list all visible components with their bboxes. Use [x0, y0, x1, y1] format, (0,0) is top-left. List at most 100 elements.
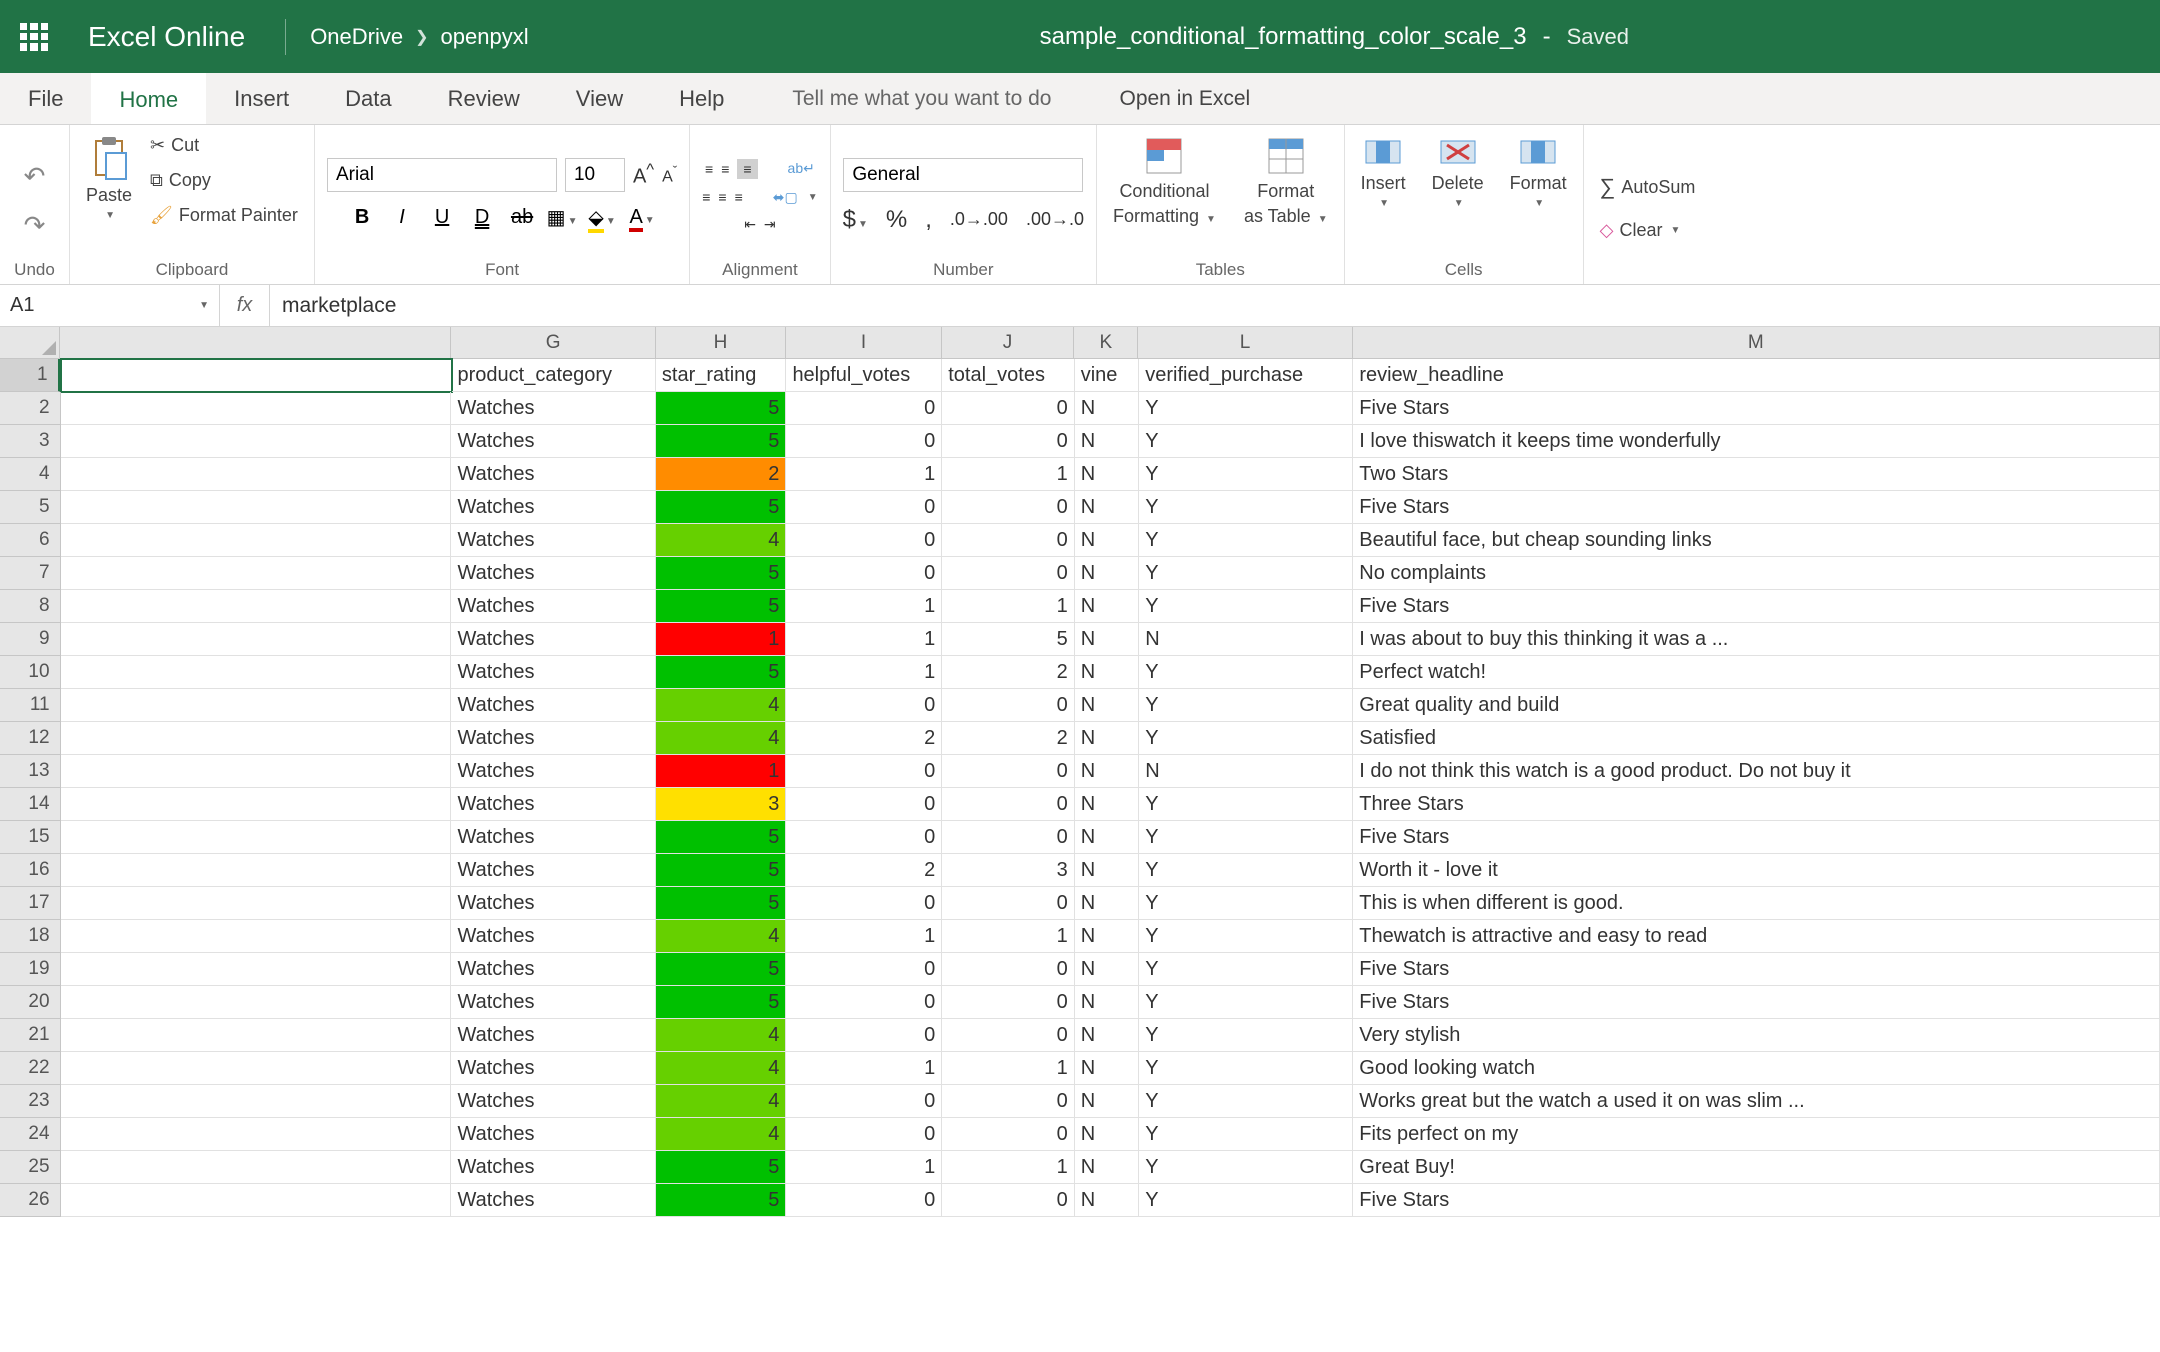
cell[interactable]: Watches: [451, 590, 655, 623]
cell[interactable]: Y: [1139, 392, 1353, 425]
cell[interactable]: 5: [656, 986, 787, 1019]
cell[interactable]: 0: [786, 425, 942, 458]
row-header[interactable]: 15: [0, 821, 61, 854]
cell[interactable]: 1: [786, 920, 942, 953]
cell[interactable]: 4: [656, 1085, 787, 1118]
cell[interactable]: N: [1075, 788, 1139, 821]
cell[interactable]: [61, 1085, 452, 1118]
cell[interactable]: 1: [786, 458, 942, 491]
cell[interactable]: N: [1075, 920, 1139, 953]
cell[interactable]: Watches: [451, 392, 655, 425]
cell[interactable]: 0: [942, 1118, 1075, 1151]
cell[interactable]: 1: [786, 1151, 942, 1184]
cell[interactable]: N: [1075, 656, 1139, 689]
merge-button[interactable]: ⬌▢: [773, 189, 798, 206]
document-title[interactable]: sample_conditional_formatting_color_scal…: [1040, 23, 1527, 51]
cell[interactable]: Five Stars: [1353, 392, 2160, 425]
col-header-H[interactable]: H: [656, 327, 786, 358]
cell[interactable]: N: [1075, 755, 1139, 788]
cell[interactable]: [61, 557, 452, 590]
row-header[interactable]: 24: [0, 1118, 61, 1151]
cell[interactable]: [61, 458, 452, 491]
cell[interactable]: Watches: [451, 524, 655, 557]
cell[interactable]: Perfect watch!: [1353, 656, 2160, 689]
cell[interactable]: Y: [1139, 590, 1353, 623]
cell[interactable]: 0: [786, 689, 942, 722]
cell[interactable]: [61, 1052, 452, 1085]
cell[interactable]: Y: [1139, 491, 1353, 524]
cell[interactable]: [61, 821, 452, 854]
cell[interactable]: No complaints: [1353, 557, 2160, 590]
cell[interactable]: N: [1075, 854, 1139, 887]
row-header[interactable]: 1: [0, 359, 61, 392]
format-cells-button[interactable]: Format▼: [1506, 131, 1571, 213]
cell[interactable]: Watches: [451, 623, 655, 656]
shrink-font-icon[interactable]: Aˇ: [662, 163, 677, 186]
grow-font-icon[interactable]: A^: [633, 160, 654, 189]
cell[interactable]: N: [1139, 755, 1353, 788]
redo-icon[interactable]: ↷: [24, 210, 46, 241]
comma-icon[interactable]: ,: [925, 206, 932, 234]
cell[interactable]: N: [1075, 1151, 1139, 1184]
cell[interactable]: Satisfied: [1353, 722, 2160, 755]
cut-button[interactable]: ✂ Cut: [146, 133, 203, 158]
borders-button[interactable]: ▦▼: [546, 202, 578, 234]
cell[interactable]: I love thiswatch it keeps time wonderful…: [1353, 425, 2160, 458]
cell[interactable]: Watches: [451, 986, 655, 1019]
cell[interactable]: 5: [656, 821, 787, 854]
cell[interactable]: 5: [656, 1151, 787, 1184]
cell[interactable]: 4: [656, 920, 787, 953]
autosum-button[interactable]: ∑ AutoSum: [1596, 172, 1700, 202]
row-header[interactable]: 22: [0, 1052, 61, 1085]
cell[interactable]: Y: [1139, 854, 1353, 887]
decrease-indent-icon[interactable]: ⇤: [744, 216, 756, 233]
cell[interactable]: Watches: [451, 854, 655, 887]
cell[interactable]: N: [1075, 1118, 1139, 1151]
cell[interactable]: 4: [656, 689, 787, 722]
cell[interactable]: Watches: [451, 1085, 655, 1118]
row-header[interactable]: 16: [0, 854, 61, 887]
cell[interactable]: Works great but the watch a used it on w…: [1353, 1085, 2160, 1118]
cell[interactable]: [61, 425, 452, 458]
cell[interactable]: 5: [656, 392, 787, 425]
cell[interactable]: product_category: [452, 359, 656, 392]
cell[interactable]: 0: [786, 953, 942, 986]
fill-color-button[interactable]: ⬙▼: [586, 202, 618, 234]
wrap-text-button[interactable]: ab↵: [788, 160, 815, 177]
cell[interactable]: Watches: [451, 755, 655, 788]
cell[interactable]: 0: [942, 788, 1075, 821]
cell[interactable]: Y: [1139, 821, 1353, 854]
col-header-M[interactable]: M: [1353, 327, 2160, 358]
cell[interactable]: 5: [656, 953, 787, 986]
cell[interactable]: N: [1075, 458, 1139, 491]
col-header-K[interactable]: K: [1074, 327, 1138, 358]
cell[interactable]: Watches: [451, 821, 655, 854]
cell[interactable]: 0: [786, 1118, 942, 1151]
tab-view[interactable]: View: [548, 73, 651, 124]
cell[interactable]: [61, 1184, 452, 1217]
cell[interactable]: [61, 1019, 452, 1052]
cell[interactable]: Y: [1139, 1019, 1353, 1052]
tab-insert[interactable]: Insert: [206, 73, 317, 124]
cell[interactable]: N: [1075, 1184, 1139, 1217]
cell[interactable]: 0: [942, 1085, 1075, 1118]
cell[interactable]: 0: [786, 755, 942, 788]
cell[interactable]: [61, 788, 452, 821]
cell[interactable]: Very stylish: [1353, 1019, 2160, 1052]
currency-icon[interactable]: $▼: [843, 206, 868, 234]
align-right-icon[interactable]: ≡: [735, 189, 743, 205]
cell[interactable]: 5: [656, 854, 787, 887]
row-header[interactable]: 10: [0, 656, 61, 689]
cell[interactable]: 0: [786, 557, 942, 590]
cell[interactable]: 2: [656, 458, 787, 491]
cell[interactable]: 1: [786, 623, 942, 656]
cell[interactable]: 0: [942, 986, 1075, 1019]
cell[interactable]: 1: [656, 755, 787, 788]
cell[interactable]: Five Stars: [1353, 821, 2160, 854]
increase-indent-icon[interactable]: ⇥: [764, 216, 776, 233]
cell[interactable]: N: [1075, 590, 1139, 623]
row-header[interactable]: 20: [0, 986, 61, 1019]
cell[interactable]: 2: [786, 722, 942, 755]
strikethrough-button[interactable]: ab: [506, 202, 538, 234]
cell[interactable]: 0: [786, 821, 942, 854]
